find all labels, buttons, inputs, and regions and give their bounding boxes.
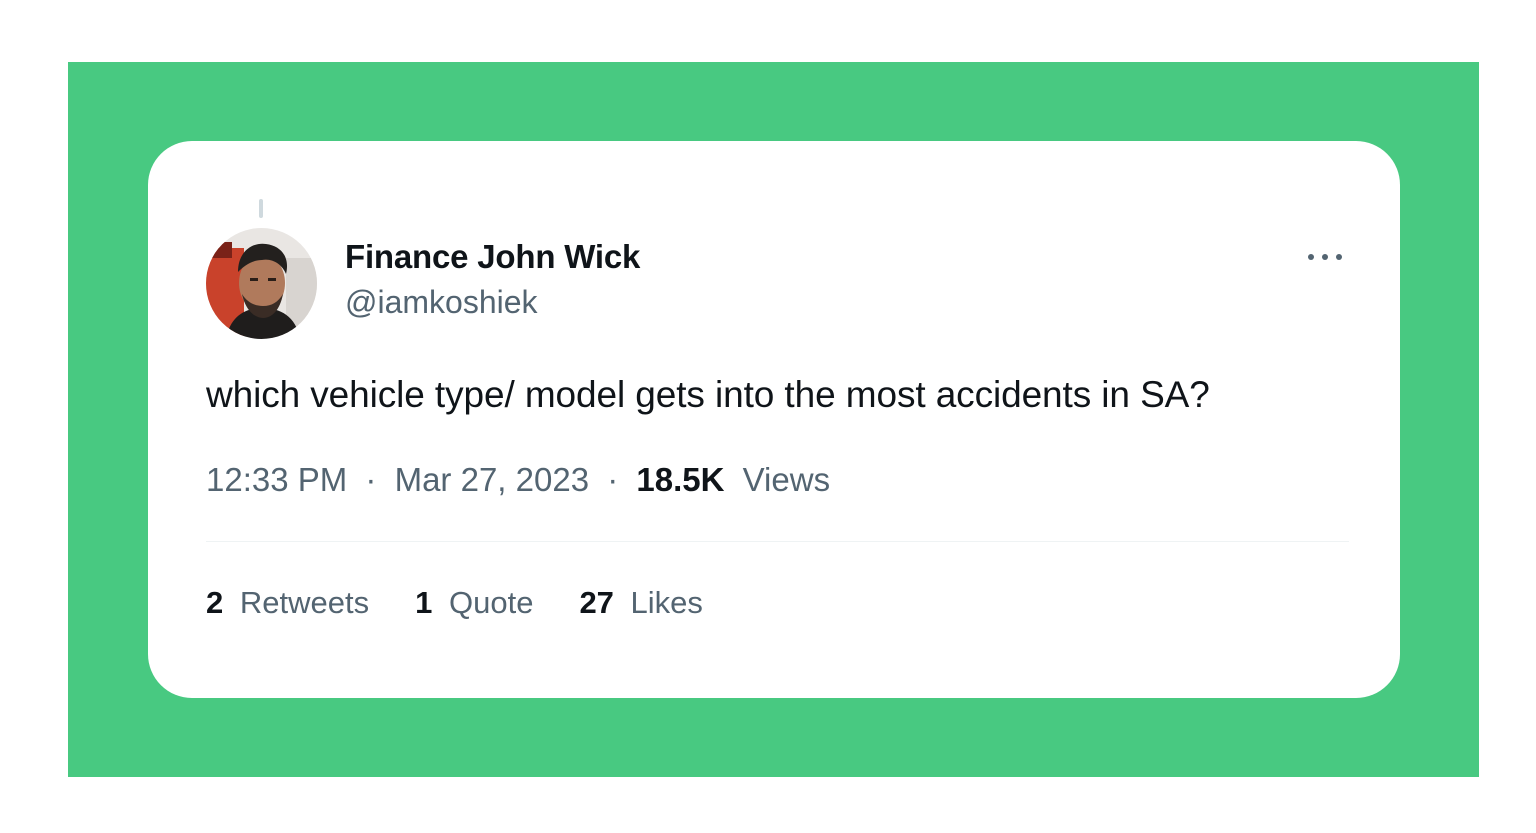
retweets-count: 2 xyxy=(206,585,224,620)
tweet-date[interactable]: Mar 27, 2023 xyxy=(395,461,589,498)
avatar[interactable] xyxy=(206,228,317,339)
display-name[interactable]: Finance John Wick xyxy=(345,238,640,276)
likes-stat[interactable]: 27 Likes xyxy=(579,585,702,621)
quote-count: 1 xyxy=(415,585,433,620)
quote-label: Quote xyxy=(448,585,534,620)
tweet-metadata: 12:33 PM · Mar 27, 2023 · 18.5K Views xyxy=(206,461,830,499)
quote-stat[interactable]: 1 Quote xyxy=(415,585,533,621)
separator: · xyxy=(365,461,377,498)
separator: · xyxy=(607,461,619,498)
likes-label: Likes xyxy=(630,585,703,620)
thread-connector-line xyxy=(259,199,263,218)
engagement-stats: 2 Retweets 1 Quote 27 Likes xyxy=(206,585,749,621)
retweets-stat[interactable]: 2 Retweets xyxy=(206,585,369,621)
dot xyxy=(1308,254,1314,260)
profile-photo-icon xyxy=(206,228,317,339)
dot xyxy=(1336,254,1342,260)
user-handle[interactable]: @iamkoshiek xyxy=(345,284,538,321)
views-label: Views xyxy=(742,461,831,498)
ellipsis-horizontal-icon[interactable] xyxy=(1304,246,1346,268)
views-count: 18.5K xyxy=(636,461,725,498)
tweet-time[interactable]: 12:33 PM xyxy=(206,461,347,498)
tweet-text: which vehicle type/ model gets into the … xyxy=(206,374,1210,415)
dot xyxy=(1322,254,1328,260)
likes-count: 27 xyxy=(579,585,614,620)
divider xyxy=(206,541,1349,542)
retweets-label: Retweets xyxy=(239,585,370,620)
